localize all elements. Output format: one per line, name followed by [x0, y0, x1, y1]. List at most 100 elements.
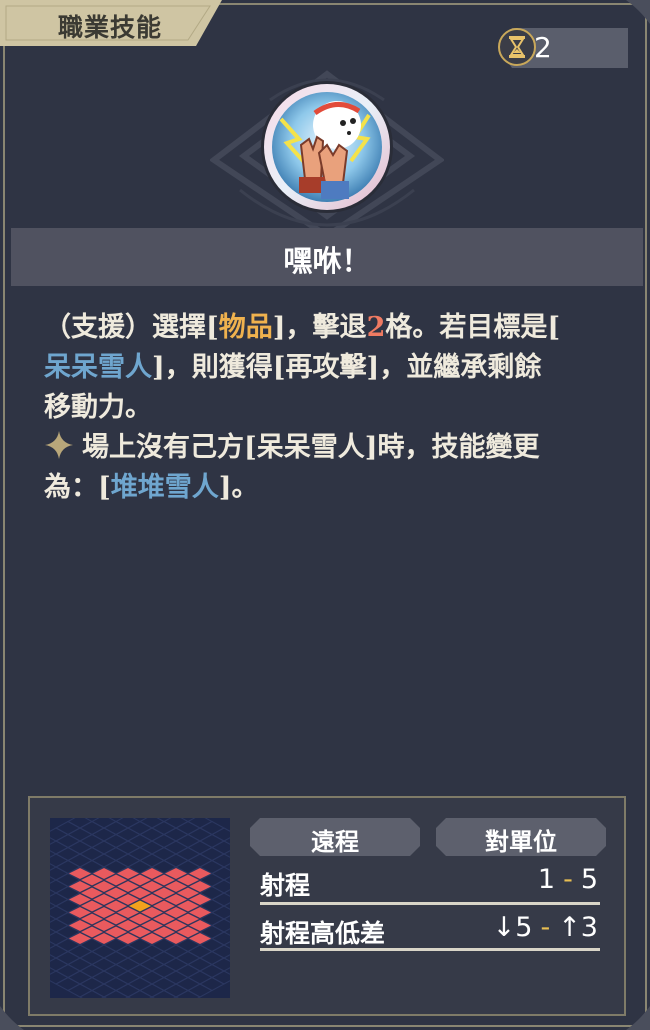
grid-tile-bg: [66, 983, 94, 998]
grid-tile-bg: [126, 820, 154, 836]
grid-tile-bg: [186, 827, 214, 842]
grid-tile-bg: [138, 853, 166, 868]
grid-tile-bg: [162, 944, 190, 959]
text-segment: 移動力。: [44, 392, 152, 423]
grid-tile-bg: [54, 976, 82, 992]
grid-tile-bg: [102, 833, 130, 849]
skill-description: （支援）選擇[物品]，擊退2格。若目標是[ 呆呆雪人]，則獲得[再攻擊]，並繼承…: [44, 308, 614, 508]
text-segment: 場上沒有己方[呆呆雪人]時，技能變更: [82, 432, 540, 463]
grid-tile-bg: [138, 970, 166, 985]
grid-tile-bg: [78, 963, 106, 979]
grid-tile-bg: [126, 950, 154, 966]
grid-tile-bg: [150, 976, 178, 992]
description-line: 為：[堆堆雪人]。: [44, 468, 614, 508]
grid-tile-bg: [150, 820, 178, 836]
grid-tile-bg: [174, 976, 202, 992]
grid-tile-bg: [102, 963, 130, 979]
tag-attack-type-label: 遠程: [311, 827, 359, 856]
grid-tile-bg: [150, 963, 178, 979]
grid-tile-bg: [102, 989, 130, 1005]
grid-tile-bg: [198, 846, 226, 862]
description-line: （支援）選擇[物品]，擊退2格。若目標是[: [44, 308, 614, 348]
tag-target-type-label: 對單位: [485, 827, 557, 856]
grid-tile-bg: [138, 957, 166, 972]
grid-tile-bg: [90, 853, 118, 868]
hourglass-icon: [498, 28, 536, 66]
grid-tile-bg: [174, 989, 202, 1005]
height-diff-value: ↓5- ↑3: [493, 912, 598, 943]
grid-tile-bg: [54, 846, 82, 862]
row-divider: [260, 948, 600, 951]
grid-tile-bg: [114, 944, 142, 959]
grid-tile-bg: [66, 970, 94, 985]
grid-tile-bg: [114, 853, 142, 868]
grid-tile-bg: [162, 970, 190, 985]
grid-tile-bg: [174, 950, 202, 966]
grid-tile-bg: [126, 963, 154, 979]
grid-tile-bg: [138, 944, 166, 959]
grid-tile-bg: [90, 957, 118, 972]
grid-tile-bg: [150, 833, 178, 849]
grid-tile-bg: [78, 833, 106, 849]
grid-tile-bg: [66, 840, 94, 855]
grid-tile-bg: [138, 983, 166, 998]
cost-value: 2: [534, 31, 552, 64]
text-segment: ]。: [218, 472, 259, 503]
grid-tile-bg: [174, 820, 202, 836]
grid-tile-bg: [66, 853, 94, 868]
grid-tile-bg: [162, 853, 190, 868]
panel-title: 職業技能: [58, 13, 163, 42]
panel-title-tab: 職業技能: [0, 0, 222, 46]
grid-tile-bg: [114, 970, 142, 985]
range-label: 射程: [260, 871, 311, 900]
grid-tile-bg: [78, 820, 106, 836]
range-grid: [42, 814, 238, 1005]
grid-tile-bg: [198, 950, 226, 966]
grid-tile-bg: [174, 833, 202, 849]
description-line: 移動力。: [44, 388, 614, 428]
text-segment: （支援）選擇[: [44, 312, 219, 343]
grid-tile-bg: [114, 840, 142, 855]
description-line: 場上沒有己方[呆呆雪人]時，技能變更: [44, 428, 614, 468]
grid-tile-bg: [90, 983, 118, 998]
grid-tile-bg: [90, 944, 118, 959]
grid-tile-bg: [90, 827, 118, 842]
grid-tile-bg: [114, 827, 142, 842]
text-segment: 格。若目標是[: [385, 312, 561, 343]
text-segment: 為：[: [44, 472, 111, 503]
height-down: ↓5: [492, 912, 533, 943]
grid-tile-bg: [162, 840, 190, 855]
grid-tile-bg: [90, 840, 118, 855]
grid-tile-bg: [186, 957, 214, 972]
cost-badge: 2: [498, 28, 628, 68]
grid-tile-bg: [150, 950, 178, 966]
grid-tile-bg: [186, 970, 214, 985]
grid-tile-bg: [102, 846, 130, 862]
range-dash: -: [563, 864, 573, 895]
height-up: ↑3: [558, 912, 598, 943]
grid-tile-bg: [102, 950, 130, 966]
grid-tile-bg: [174, 846, 202, 862]
height-diff-label: 射程高低差: [260, 919, 386, 948]
range-value: 1-5: [538, 864, 598, 895]
snowman-skill-icon: [261, 81, 393, 213]
grid-tile-bg: [198, 833, 226, 849]
skill-name-bar: 嘿咻！: [11, 228, 643, 286]
grid-tile-bg: [126, 976, 154, 992]
height-dash: -: [540, 912, 551, 943]
grid-tile-bg: [186, 944, 214, 959]
grid-tile-bg: [162, 827, 190, 842]
description-line: 呆呆雪人]，則獲得[再攻擊]，並繼承剩餘: [44, 348, 614, 388]
grid-tile-bg: [126, 989, 154, 1005]
grid-tile-bg: [66, 957, 94, 972]
range-max: 5: [580, 864, 598, 895]
range-panel: 遠程 對單位 射程 1-5 射程高低差 ↓5- ↑3: [28, 796, 626, 1016]
tag-target-type: 對單位: [436, 818, 606, 856]
grid-tile-bg: [54, 833, 82, 849]
keyword-item: 物品: [218, 312, 273, 343]
grid-tile-bg: [102, 820, 130, 836]
text-segment: ]，擊退: [272, 312, 367, 343]
grid-tile-bg: [138, 827, 166, 842]
grid-tile-bg: [150, 846, 178, 862]
grid-tile-bg: [78, 846, 106, 862]
